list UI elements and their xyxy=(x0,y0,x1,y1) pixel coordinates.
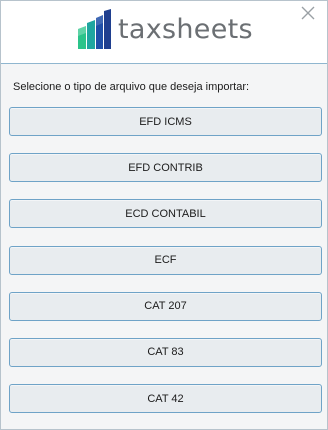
button-label: EFD CONTRIB xyxy=(128,161,203,174)
import-dialog: taxsheets Selecione o tipo de arquivo qu… xyxy=(0,0,328,430)
ecf-button[interactable]: ECF xyxy=(9,245,322,275)
cat-42-button[interactable]: CAT 42 xyxy=(9,384,322,414)
import-prompt-label: Selecione o tipo de arquivo que deseja i… xyxy=(13,81,250,93)
ecd-contabil-button[interactable]: ECD CONTABIL xyxy=(9,199,322,229)
logo-text-tax: tax xyxy=(118,14,163,45)
dialog-header: taxsheets xyxy=(1,1,327,64)
efd-contrib-button[interactable]: EFD CONTRIB xyxy=(9,153,322,183)
file-type-button-list: EFD ICMS EFD CONTRIB ECD CONTABIL ECF CA… xyxy=(9,107,322,430)
button-label: ECF xyxy=(154,254,177,267)
cat-83-button[interactable]: CAT 83 xyxy=(9,337,322,367)
cat-207-button[interactable]: CAT 207 xyxy=(9,291,322,321)
close-icon xyxy=(301,6,315,20)
logo-wordmark: taxsheets xyxy=(118,9,253,51)
button-label: CAT 207 xyxy=(144,300,187,313)
logo-text-sheets: sheets xyxy=(162,14,253,45)
button-label: ECD CONTABIL xyxy=(125,207,206,220)
button-label: EFD ICMS xyxy=(139,115,192,128)
button-label: CAT 42 xyxy=(147,392,184,405)
taxsheets-logo: taxsheets xyxy=(76,9,253,51)
close-button[interactable] xyxy=(291,2,325,24)
efd-icms-button[interactable]: EFD ICMS xyxy=(9,107,322,136)
bar-chart-logo-icon xyxy=(78,9,111,49)
button-label: CAT 83 xyxy=(147,346,184,359)
